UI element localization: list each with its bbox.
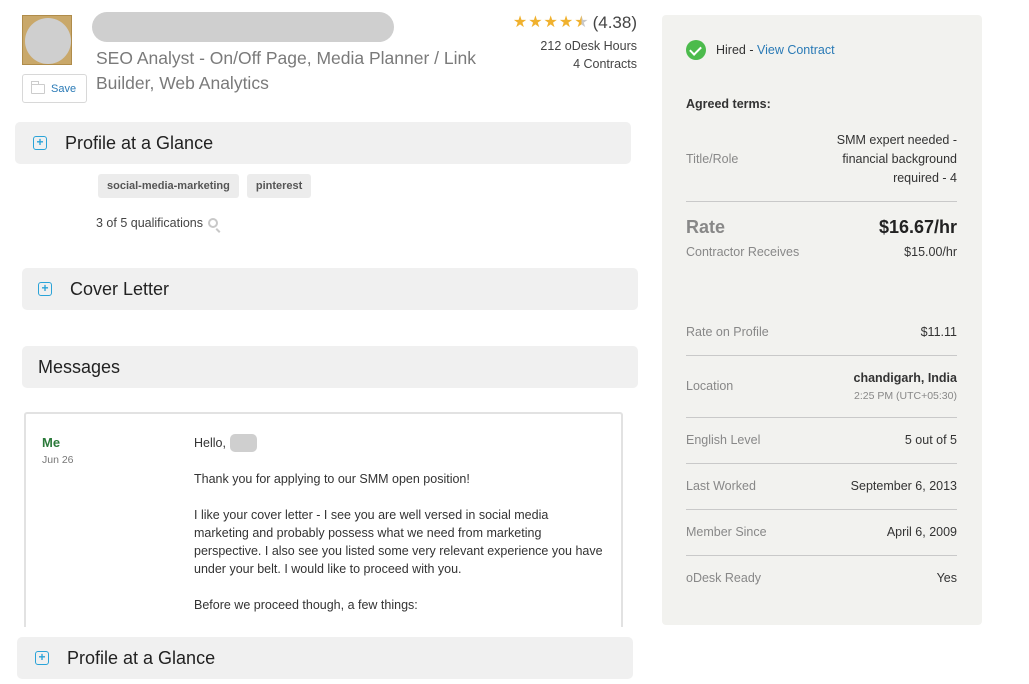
title-role-row: Title/Role SMM expert needed - financial…	[686, 131, 957, 191]
message-paragraph: I like your cover letter - I see you are…	[194, 508, 603, 576]
rating-value: (4.38)	[592, 13, 637, 32]
section-profile-glance-bottom[interactable]: + Profile at a Glance	[17, 637, 633, 679]
odesk-ready-value: Yes	[936, 571, 957, 585]
message-sender: Me	[42, 435, 61, 450]
expand-icon[interactable]: +	[33, 136, 47, 150]
skill-tag[interactable]: pinterest	[246, 174, 312, 198]
section-profile-glance[interactable]: + Profile at a Glance	[15, 122, 631, 164]
hired-status: Hired - View Contract	[686, 40, 835, 60]
skill-tags: social-media-marketing pinterest	[98, 174, 312, 198]
location-time: 2:25 PM (UTC+05:30)	[853, 390, 957, 402]
english-level-row: English Level 5 out of 5	[686, 433, 957, 451]
half-star-icon: ★	[574, 14, 589, 31]
location-value: chandigarh, India	[853, 371, 958, 385]
rate-label: Rate	[686, 217, 726, 237]
qualifications-text: 3 of 5 qualifications	[96, 216, 204, 230]
star-icon: ★	[558, 14, 574, 31]
save-label: Save	[51, 82, 77, 95]
skill-tag[interactable]: social-media-marketing	[98, 174, 239, 198]
member-since-label: Member Since	[686, 525, 767, 539]
qualifications[interactable]: 3 of 5 qualifications	[96, 216, 219, 230]
avatar-blur	[25, 18, 71, 64]
divider	[686, 201, 957, 202]
section-title: Profile at a Glance	[65, 132, 214, 153]
rate-on-profile-row: Rate on Profile $11.11	[686, 325, 957, 343]
message-paragraph: Before we proceed though, a few things:	[194, 598, 418, 612]
check-icon	[686, 40, 706, 60]
last-worked-value: September 6, 2013	[850, 479, 957, 493]
odesk-ready-row: oDesk Ready Yes	[686, 571, 957, 589]
divider	[686, 463, 957, 464]
section-title: Cover Letter	[70, 278, 170, 299]
rate-value: $16.67/hr	[878, 217, 957, 237]
hired-text: Hired - View Contract	[716, 43, 835, 57]
contracts-count: 4 Contracts	[573, 57, 637, 71]
rating: ★ ★ ★ ★ ★ (4.38)	[513, 13, 637, 33]
odesk-hours: 212 oDesk Hours	[540, 39, 637, 53]
star-icon: ★	[528, 14, 543, 31]
rate-on-profile-label: Rate on Profile	[686, 325, 769, 339]
save-button[interactable]: Save	[22, 74, 87, 103]
recipient-name-redacted	[229, 434, 257, 452]
profile-headline: SEO Analyst - On/Off Page, Media Planner…	[96, 48, 477, 93]
rate-row: Rate $16.67/hr Contractor Receives $15.0…	[686, 215, 957, 265]
divider	[686, 355, 957, 356]
search-icon[interactable]	[208, 218, 219, 228]
expand-icon[interactable]: +	[35, 651, 49, 665]
section-title: Profile at a Glance	[67, 647, 216, 668]
work-stats: 212 oDesk Hours 4 Contracts	[540, 37, 637, 73]
member-since-row: Member Since April 6, 2009	[686, 525, 957, 543]
expand-icon[interactable]: +	[38, 282, 52, 296]
star-icon: ★	[512, 14, 528, 31]
english-level-value: 5 out of 5	[904, 433, 957, 447]
star-icon: ★	[543, 14, 558, 31]
last-worked-row: Last Worked September 6, 2013	[686, 479, 957, 497]
message-greeting: Hello,	[194, 434, 604, 452]
agreed-terms-heading: Agreed terms:	[686, 97, 771, 111]
section-messages: Messages	[22, 346, 638, 388]
last-worked-label: Last Worked	[686, 479, 756, 493]
title-role-value: SMM expert needed - financial background…	[836, 133, 957, 185]
contract-panel: Hired - View Contract Agreed terms: Titl…	[662, 15, 982, 625]
view-contract-link[interactable]: View Contract	[757, 43, 835, 57]
message-date: Jun 26	[42, 454, 74, 466]
divider	[686, 555, 957, 556]
location-label: Location	[686, 379, 734, 393]
message-thread[interactable]: Me Jun 26 Hello, Thank you for applying …	[24, 412, 623, 627]
contractor-receives-value: $15.00/hr	[904, 245, 957, 259]
location-row: Location chandigarh, India 2:25 PM (UTC+…	[686, 370, 957, 410]
divider	[686, 509, 957, 510]
english-level-label: English Level	[686, 433, 761, 447]
contractor-receives-label: Contractor Receives	[686, 245, 800, 259]
avatar[interactable]	[22, 15, 72, 65]
title-role-label: Title/Role	[686, 152, 739, 166]
odesk-ready-label: oDesk Ready	[686, 571, 762, 585]
hired-label: Hired -	[716, 43, 757, 57]
folder-icon	[31, 80, 45, 94]
divider	[686, 417, 957, 418]
section-cover-letter[interactable]: + Cover Letter	[22, 268, 638, 310]
rate-on-profile-value: $11.11	[920, 325, 957, 339]
member-since-value: April 6, 2009	[886, 525, 957, 539]
section-title: Messages	[38, 356, 121, 377]
greeting-text: Hello,	[194, 436, 226, 450]
message-body: Hello, Thank you for applying to our SMM…	[194, 434, 604, 627]
rating-stars: ★ ★ ★ ★ ★	[513, 14, 589, 32]
freelancer-name-redacted	[92, 12, 394, 42]
message-paragraph: Thank you for applying to our SMM open p…	[194, 472, 470, 486]
